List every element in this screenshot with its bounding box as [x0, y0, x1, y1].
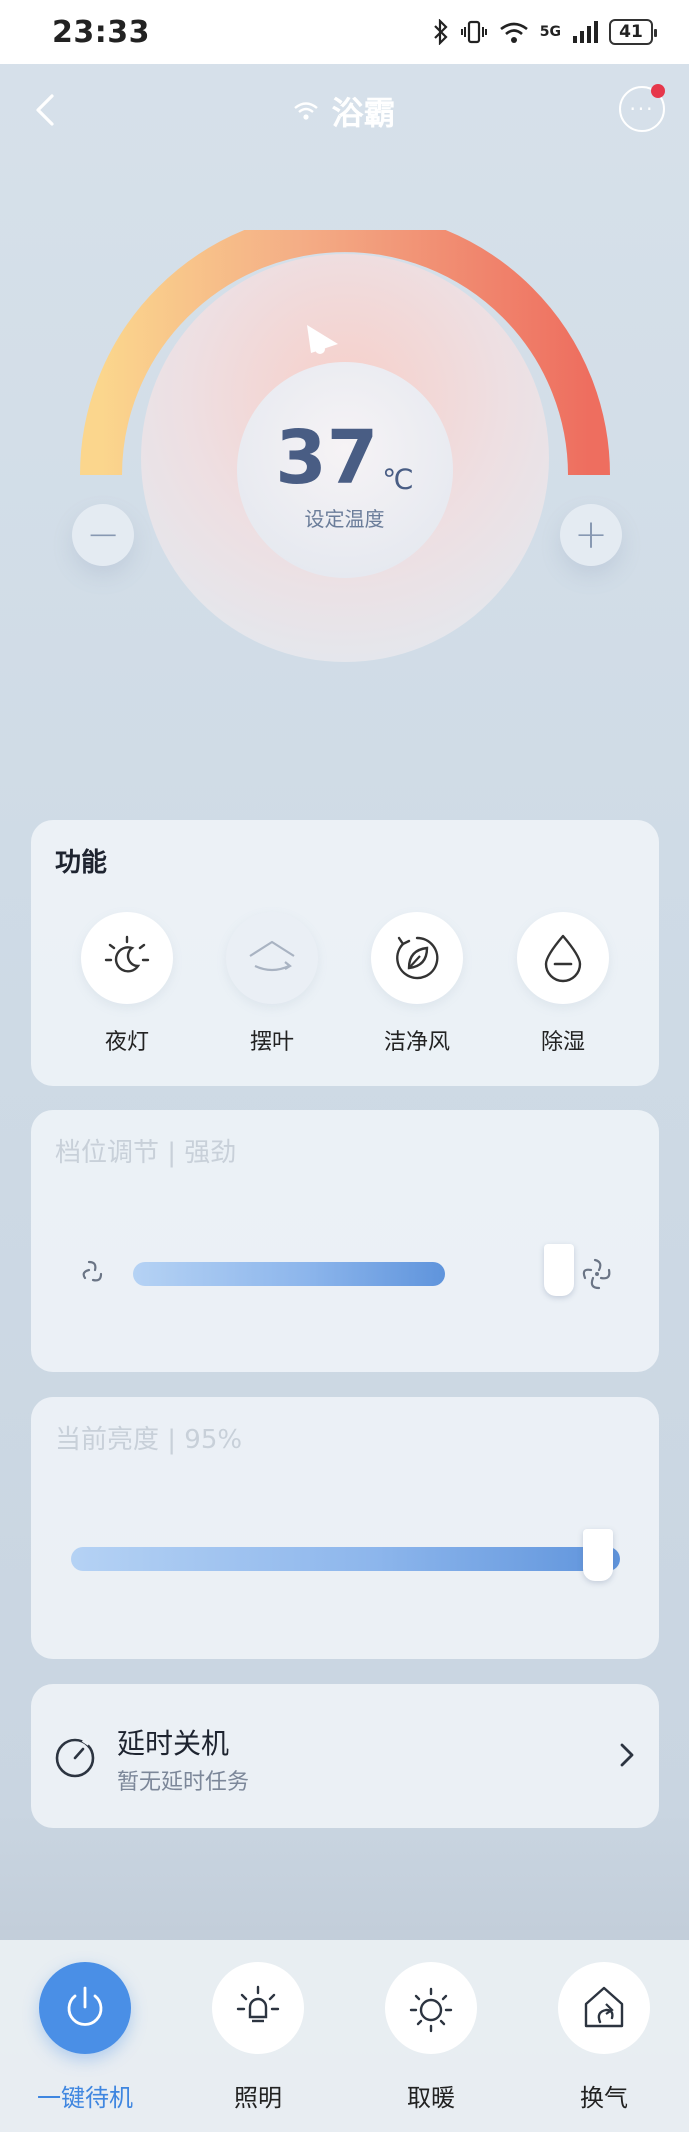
brightness-track[interactable] [71, 1547, 620, 1571]
temperature-unit: ℃ [382, 463, 414, 496]
chevron-right-icon [620, 1743, 634, 1767]
clean-air-icon [396, 936, 439, 980]
wifi-connected-icon [294, 102, 319, 120]
increase-temperature-button[interactable]: + [560, 504, 622, 566]
brightness-card: 当前亮度 | 95% [31, 1397, 659, 1659]
fan-speed-card: 档位调节 | 强劲 [31, 1110, 659, 1372]
sun-icon [409, 1987, 453, 2033]
fan-speed-track[interactable] [133, 1262, 445, 1286]
tab-lighting[interactable]: 照明 [210, 1962, 306, 2113]
function-label: 夜灯 [104, 1030, 149, 1055]
wifi-icon [499, 22, 528, 43]
function-dehumidify[interactable]: 除湿 [517, 912, 609, 1056]
notification-dot [651, 84, 665, 98]
battery-indicator: 41 [609, 19, 657, 45]
function-night-light-button[interactable] [81, 912, 173, 1004]
function-dehumidify-button[interactable] [517, 912, 609, 1004]
delay-shutdown-card[interactable]: 延时关机 暂无延时任务 [31, 1684, 659, 1828]
title-group: 浴霸 [0, 88, 689, 134]
network-type: 5G [539, 24, 561, 40]
tab-label: 取暖 [407, 2084, 455, 2112]
tab-ventilation-button[interactable] [558, 1962, 650, 2054]
temperature-value: 37 [275, 415, 379, 501]
swing-icon [249, 940, 295, 972]
timer-icon [55, 1738, 95, 1778]
page-title: 浴霸 [331, 94, 396, 132]
function-swing[interactable]: 摆叶 [226, 912, 318, 1056]
vibrate-icon [460, 20, 487, 44]
tab-ventilation[interactable]: 换气 [556, 1962, 652, 2113]
tab-label: 一键待机 [37, 2084, 133, 2112]
function-night-light[interactable]: 夜灯 [81, 912, 173, 1056]
minus-icon: − [86, 512, 120, 558]
power-icon [67, 1986, 103, 2026]
function-clean-air[interactable]: 洁净风 [371, 912, 463, 1056]
function-label: 洁净风 [383, 1030, 450, 1055]
tab-lighting-button[interactable] [212, 1962, 304, 2054]
more-dots-icon: ··· [629, 97, 655, 121]
fan-speed-title: 档位调节 | 强劲 [55, 1138, 237, 1168]
night-light-icon [104, 935, 150, 973]
status-bar: 23:33 5G 41 [0, 0, 689, 64]
function-swing-button[interactable] [226, 912, 318, 1004]
battery-level: 41 [619, 22, 643, 42]
delay-shutdown-title: 延时关机 [117, 1727, 230, 1760]
tab-heating[interactable]: 取暖 [383, 1962, 479, 2113]
plus-icon: + [574, 512, 608, 558]
fan-low-icon [82, 1260, 103, 1282]
more-options-button[interactable]: ··· [619, 84, 665, 132]
tab-standby-button[interactable] [39, 1962, 131, 2054]
temperature-dial[interactable]: 37 ℃ 设定温度 − + [0, 230, 689, 700]
tab-standby[interactable]: 一键待机 [37, 1962, 133, 2113]
ventilation-icon [584, 1986, 624, 2028]
delay-shutdown-subtitle: 暂无延时任务 [117, 1770, 250, 1795]
function-label: 摆叶 [249, 1030, 294, 1055]
signal-icon [573, 21, 598, 43]
dehumidify-icon [544, 934, 582, 983]
functions-card: 功能 夜灯 摆叶 洁净风 除湿 [31, 820, 659, 1086]
tab-label: 照明 [234, 2084, 282, 2112]
bluetooth-icon [433, 19, 448, 45]
status-icons: 5G 41 [432, 19, 657, 45]
functions-title: 功能 [55, 848, 108, 878]
bulb-icon [236, 1985, 280, 2023]
fan-speed-thumb[interactable] [544, 1244, 574, 1296]
tab-heating-button[interactable] [385, 1962, 477, 2054]
fan-high-icon [582, 1258, 611, 1290]
function-label: 除湿 [540, 1030, 585, 1055]
brightness-title: 当前亮度 | 95% [55, 1425, 243, 1455]
tab-label: 换气 [580, 2084, 628, 2112]
top-nav: 浴霸 ··· [0, 64, 689, 154]
decrease-temperature-button[interactable]: − [72, 504, 134, 566]
function-clean-air-button[interactable] [371, 912, 463, 1004]
brightness-thumb[interactable] [583, 1529, 613, 1581]
bottom-tab-bar: 一键待机 照明 取暖 换气 [0, 1940, 689, 2132]
status-time: 23:33 [52, 14, 150, 50]
